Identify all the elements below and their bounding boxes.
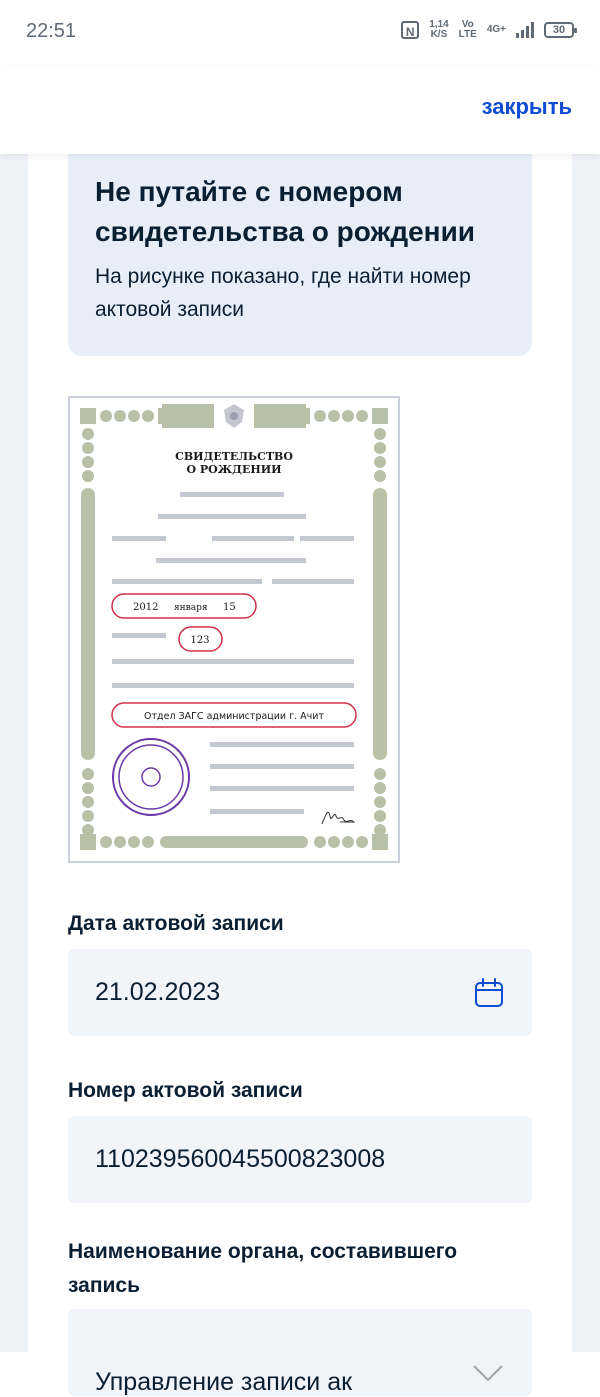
nfc-icon: N bbox=[401, 21, 420, 39]
certificate-date-month: января bbox=[174, 603, 208, 613]
date-field-value: 21.02.2023 bbox=[95, 978, 221, 1006]
status-time: 22:51 bbox=[26, 20, 77, 42]
emblem-icon bbox=[214, 398, 254, 438]
top-bar: закрыть bbox=[0, 66, 600, 154]
certificate-title-line2: О РОЖДЕНИИ bbox=[186, 463, 281, 476]
birth-certificate-illustration: СВИДЕТЕЛЬСТВО О РОЖДЕНИИ 2012 января 15 … bbox=[68, 396, 400, 863]
number-field-label: Номер актовой записи bbox=[68, 1079, 303, 1102]
info-title: Не путайте с номером свидетельства о рож… bbox=[95, 176, 475, 247]
battery-icon: 30 bbox=[544, 22, 577, 38]
chevron-down-icon bbox=[473, 1364, 503, 1381]
network-speed: 1,14 K/S bbox=[429, 19, 449, 40]
volte-icon: Vo LTE bbox=[458, 19, 477, 40]
date-field[interactable]: 21.02.2023 bbox=[68, 949, 532, 1036]
authority-select-value: Управление записи ак bbox=[95, 1368, 353, 1396]
info-card: Не путайте с номером свидетельства о рож… bbox=[68, 154, 532, 356]
certificate-date-day: 15 bbox=[223, 602, 236, 613]
network-type: 4G+ bbox=[486, 24, 506, 35]
calendar-icon[interactable] bbox=[473, 977, 505, 1009]
certificate-record-number: 123 bbox=[190, 635, 209, 646]
certificate-registry-office: Отдел ЗАГС администрации г. Ачит bbox=[144, 711, 324, 722]
number-field-value: 110239560045500823008 bbox=[95, 1145, 386, 1173]
info-text: На рисунке показано, где найти номер акт… bbox=[95, 265, 471, 321]
close-button[interactable]: закрыть bbox=[482, 94, 572, 120]
status-icons: N 1,14 K/S Vo LTE 4G+ 30 bbox=[401, 19, 577, 40]
authority-select[interactable]: Управление записи ак bbox=[68, 1309, 532, 1396]
date-field-label: Дата актовой записи bbox=[68, 912, 284, 935]
certificate-title-line1: СВИДЕТЕЛЬСТВО bbox=[175, 450, 293, 463]
status-bar: 22:51 N 1,14 K/S Vo LTE 4G+ 30 bbox=[0, 0, 600, 66]
number-field[interactable]: 110239560045500823008 bbox=[68, 1116, 532, 1203]
signal-icon bbox=[516, 22, 534, 38]
certificate-date-year: 2012 bbox=[133, 602, 158, 613]
authority-field-label: Наименование органа, составившего запись bbox=[68, 1240, 458, 1297]
